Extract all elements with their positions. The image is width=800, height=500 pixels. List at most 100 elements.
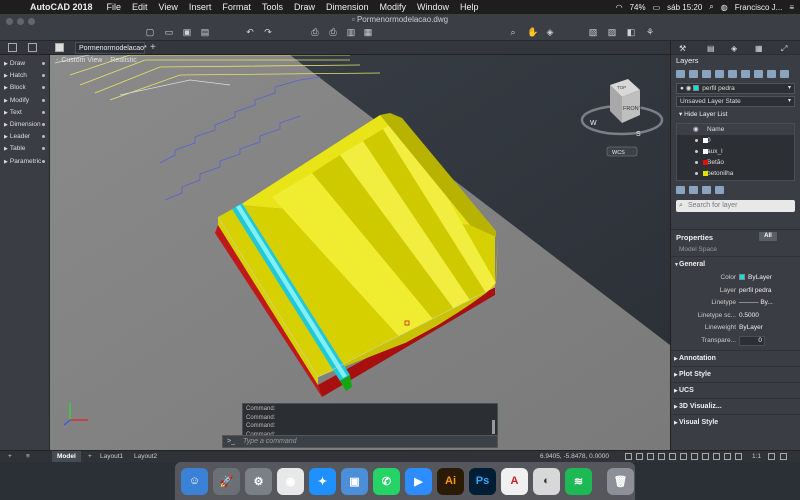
palette-text[interactable]: ▶ Text: [0, 107, 49, 119]
render-icon[interactable]: ▦: [363, 28, 373, 37]
tab-model[interactable]: Model: [52, 451, 81, 462]
user-name[interactable]: Francisco J...: [735, 3, 783, 12]
tab-grid-icon[interactable]: [8, 43, 17, 52]
current-layer-select[interactable]: ● ◉ perfil pedra ▾: [676, 83, 795, 94]
palette-table[interactable]: ▶ Table: [0, 143, 49, 155]
export-icon[interactable]: ▥: [346, 28, 356, 37]
user-avatar-icon[interactable]: ◍: [721, 3, 728, 12]
dock-trash-icon[interactable]: 🗑: [607, 467, 634, 495]
customization-icon[interactable]: [780, 453, 787, 460]
compass-w[interactable]: W: [590, 120, 597, 127]
otrack-icon[interactable]: [691, 453, 698, 460]
layer-group-icon[interactable]: [689, 186, 698, 194]
more-icon[interactable]: [42, 62, 45, 65]
layer-on-icon[interactable]: [695, 150, 698, 153]
palette-parametric[interactable]: ▶ Parametric: [0, 156, 49, 168]
properties-icon[interactable]: ▨: [607, 28, 617, 37]
group-ucs[interactable]: ▶ UCS: [671, 382, 800, 398]
dock-chrome-icon[interactable]: ◉: [277, 467, 304, 495]
layer-color-swatch[interactable]: [703, 149, 708, 154]
workspace-gear-icon[interactable]: [768, 453, 775, 460]
new-tab-icon[interactable]: +: [150, 42, 156, 53]
polar-icon[interactable]: [669, 453, 676, 460]
pan-icon[interactable]: ✋: [527, 28, 538, 37]
properties-tab-icon[interactable]: ▦: [755, 44, 763, 53]
tool-palettes-icon[interactable]: ⚘: [645, 28, 655, 37]
wifi-icon[interactable]: ◠: [616, 3, 623, 12]
dock-spotify-icon[interactable]: ≋: [565, 467, 592, 495]
selection-cycling-icon[interactable]: [724, 453, 731, 460]
palette-hatch[interactable]: ▶ Hatch: [0, 70, 49, 82]
hide-layer-list-toggle[interactable]: ▾ Hide Layer List: [671, 109, 800, 121]
tab-list-icon[interactable]: [28, 43, 37, 52]
lineweight-icon[interactable]: [702, 453, 709, 460]
prop-value[interactable]: 0.5000: [739, 310, 759, 322]
dock-zoom-icon[interactable]: ▶: [405, 467, 432, 495]
match-properties-icon[interactable]: ▧: [588, 28, 598, 37]
save-as-icon[interactable]: ▤: [200, 28, 210, 37]
redo-icon[interactable]: ↷: [263, 28, 273, 37]
prop-value[interactable]: ByLayer: [739, 272, 772, 284]
group-3d-visualization[interactable]: ▶ 3D Visualiz...: [671, 398, 800, 414]
set-current-icon[interactable]: [715, 70, 724, 78]
prop-value[interactable]: 0: [739, 335, 765, 346]
add-icon[interactable]: +: [8, 451, 12, 462]
coordinates-readout[interactable]: 6.9405, -5.8478, 0.0000: [540, 451, 609, 462]
viewport-menu[interactable]: -: [56, 57, 58, 64]
layer-isolate-icon[interactable]: [767, 70, 776, 78]
menu-window[interactable]: Window: [417, 2, 449, 12]
dock-launchpad-icon[interactable]: 🚀: [213, 467, 240, 495]
transparency-icon[interactable]: [713, 453, 720, 460]
layer-search-input[interactable]: ⌕ Search for layer: [676, 200, 795, 212]
tab-layout2[interactable]: Layout2: [134, 451, 157, 462]
compass-s[interactable]: S: [636, 131, 641, 138]
annotation-icon[interactable]: [735, 453, 742, 460]
menu-tools[interactable]: Tools: [262, 2, 283, 12]
drawing-viewport[interactable]: TOP FRONT W S WCS - Custom View | Realis…: [50, 55, 670, 450]
prop-value[interactable]: perfil pedra: [739, 285, 772, 297]
layer-off-icon[interactable]: [741, 70, 750, 78]
dock-exp-icon[interactable]: ◐: [533, 467, 560, 495]
tab-document[interactable]: Pormenormodelacao*: [75, 42, 147, 54]
menu-insert[interactable]: Insert: [189, 2, 212, 12]
dock-preview-icon[interactable]: ▣: [341, 467, 368, 495]
palette-block[interactable]: ▶ Block: [0, 82, 49, 94]
more-icon[interactable]: [42, 159, 45, 163]
menu-modify[interactable]: Modify: [380, 2, 407, 12]
menu-dimension[interactable]: Dimension: [326, 2, 369, 12]
layer-state-select[interactable]: Unsaved Layer State ▾: [676, 96, 795, 107]
menu-edit[interactable]: Edit: [132, 2, 148, 12]
command-input[interactable]: Type a command: [243, 438, 297, 445]
palette-icon[interactable]: ⚒: [679, 44, 686, 53]
clock[interactable]: sáb 15:20: [667, 3, 702, 12]
layer-match-icon[interactable]: [780, 70, 789, 78]
delete-layer-icon[interactable]: [702, 70, 711, 78]
group-plot-style[interactable]: ▶ Plot Style: [671, 366, 800, 382]
layer-row[interactable]: aux_l: [677, 146, 794, 157]
prop-transparency[interactable]: Transpare... 0: [671, 335, 800, 348]
expand-icon[interactable]: ⤢: [781, 44, 787, 54]
menu-format[interactable]: Format: [222, 2, 251, 12]
more-icon[interactable]: [42, 98, 45, 102]
palette-leader[interactable]: ▶ Leader: [0, 131, 49, 143]
add-layout-icon[interactable]: +: [88, 451, 92, 462]
layers-tab-icon[interactable]: ◈: [731, 44, 737, 53]
menu-icon[interactable]: ≡: [26, 451, 30, 462]
layer-color-swatch[interactable]: [703, 171, 708, 176]
layer-icon[interactable]: ◧: [626, 28, 636, 37]
osnap-icon[interactable]: [680, 453, 687, 460]
dock-finder-icon[interactable]: ☺: [181, 467, 208, 495]
orbit-icon[interactable]: ◈: [545, 28, 555, 37]
annotation-scale[interactable]: 1:1: [752, 451, 761, 462]
menu-view[interactable]: View: [159, 2, 178, 12]
layer-row[interactable]: 0: [677, 135, 794, 146]
more-icon[interactable]: [42, 86, 45, 90]
command-scrollbar[interactable]: [492, 420, 495, 434]
layer-color-swatch[interactable]: [703, 138, 708, 143]
more-icon[interactable]: [42, 122, 45, 126]
menu-file[interactable]: File: [107, 2, 122, 12]
group-visual-style[interactable]: ▶ Visual Style: [671, 414, 800, 430]
layer-lock-icon[interactable]: [754, 70, 763, 78]
new-layer-icon[interactable]: [676, 70, 685, 78]
visual-style-menu[interactable]: Realistic: [110, 57, 136, 64]
